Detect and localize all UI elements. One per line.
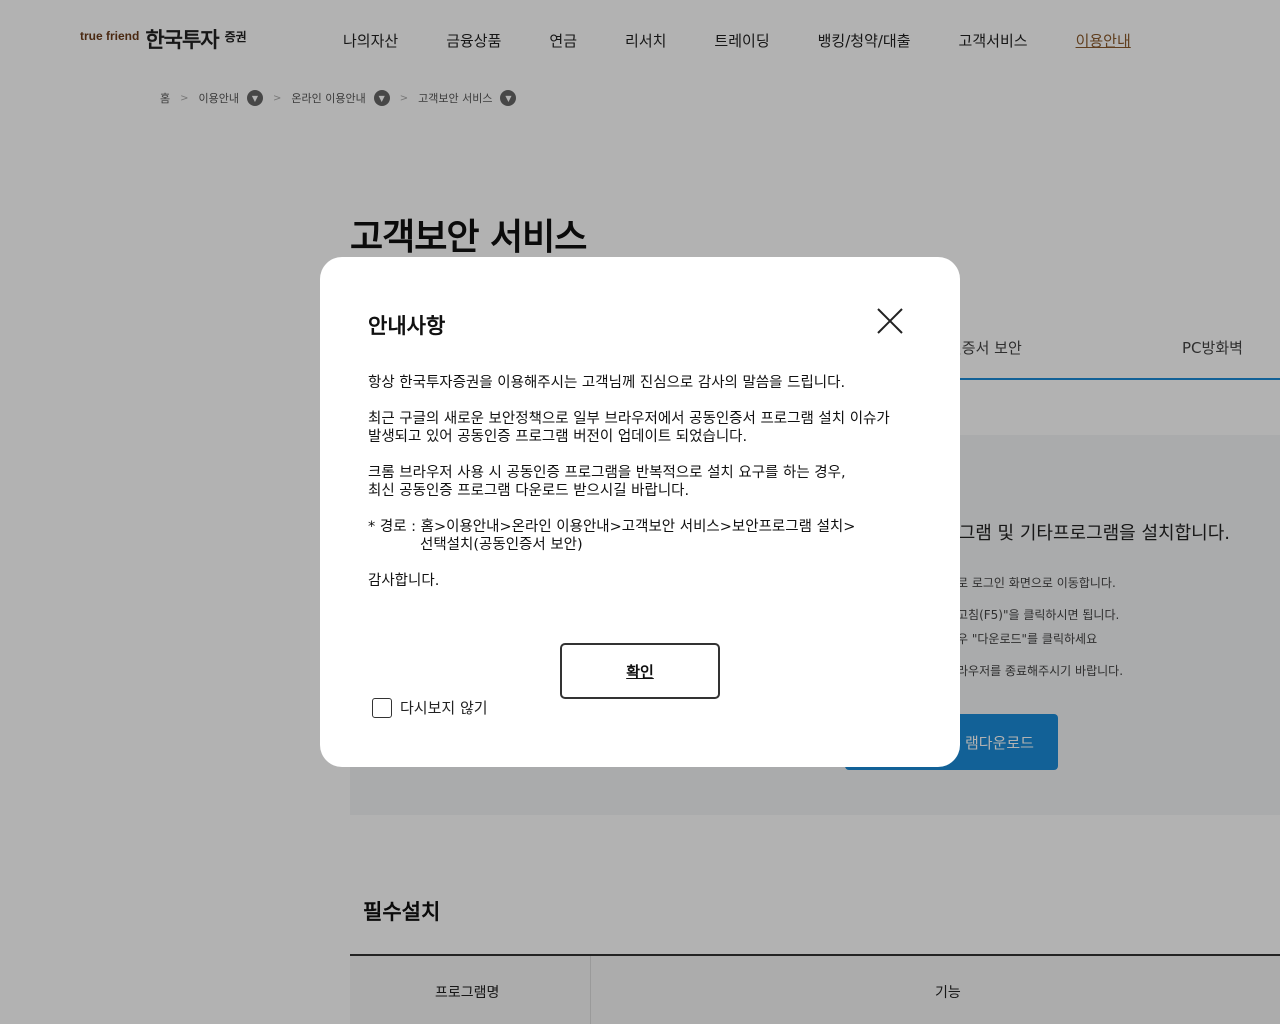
notice-modal: 안내사항 항상 한국투자증권을 이용해주시는 고객님께 진심으로 감사의 말씀을… — [320, 257, 960, 767]
modal-text: 최근 구글의 새로운 보안정책으로 일부 브라우저에서 공동인증서 프로그램 설… — [368, 411, 890, 427]
dont-show-again-label: 다시보지 않기 — [400, 699, 488, 717]
modal-path-line: * 경로 : 홈>이용안내>온라인 이용안내>고객보안 서비스>보안프로그램 설… — [368, 519, 856, 535]
modal-thanks: 감사합니다. — [368, 573, 440, 589]
close-button[interactable] — [876, 303, 912, 339]
modal-text: 발생되고 있어 공동인증 프로그램 버전이 업데이트 되었습니다. — [368, 429, 748, 445]
modal-path: * 경로 : 홈>이용안내>온라인 이용안내>고객보안 서비스>보안프로그램 설… — [368, 518, 928, 554]
modal-paragraph: 크롬 브라우저 사용 시 공동인증 프로그램을 반복적으로 설치 요구를 하는 … — [368, 464, 928, 500]
modal-text: 항상 한국투자증권을 이용해주시는 고객님께 진심으로 감사의 말씀을 드립니다… — [368, 375, 846, 391]
modal-path-line: 선택설치(공동인증서 보안) — [420, 537, 583, 553]
modal-paragraph: 감사합니다. — [368, 572, 928, 590]
modal-body: 항상 한국투자증권을 이용해주시는 고객님께 진심으로 감사의 말씀을 드립니다… — [368, 374, 928, 608]
dont-show-again-checkbox[interactable] — [372, 697, 392, 718]
modal-text: 최신 공동인증 프로그램 다운로드 받으시길 바랍니다. — [368, 483, 690, 499]
dont-show-again[interactable]: 다시보지 않기 — [372, 697, 488, 718]
modal-paragraph: 항상 한국투자증권을 이용해주시는 고객님께 진심으로 감사의 말씀을 드립니다… — [368, 374, 928, 392]
modal-paragraph: 최근 구글의 새로운 보안정책으로 일부 브라우저에서 공동인증서 프로그램 설… — [368, 410, 928, 446]
confirm-button[interactable]: 확인 — [560, 643, 720, 699]
modal-text: 크롬 브라우저 사용 시 공동인증 프로그램을 반복적으로 설치 요구를 하는 … — [368, 465, 846, 481]
close-icon — [877, 308, 903, 334]
modal-title: 안내사항 — [368, 314, 446, 338]
